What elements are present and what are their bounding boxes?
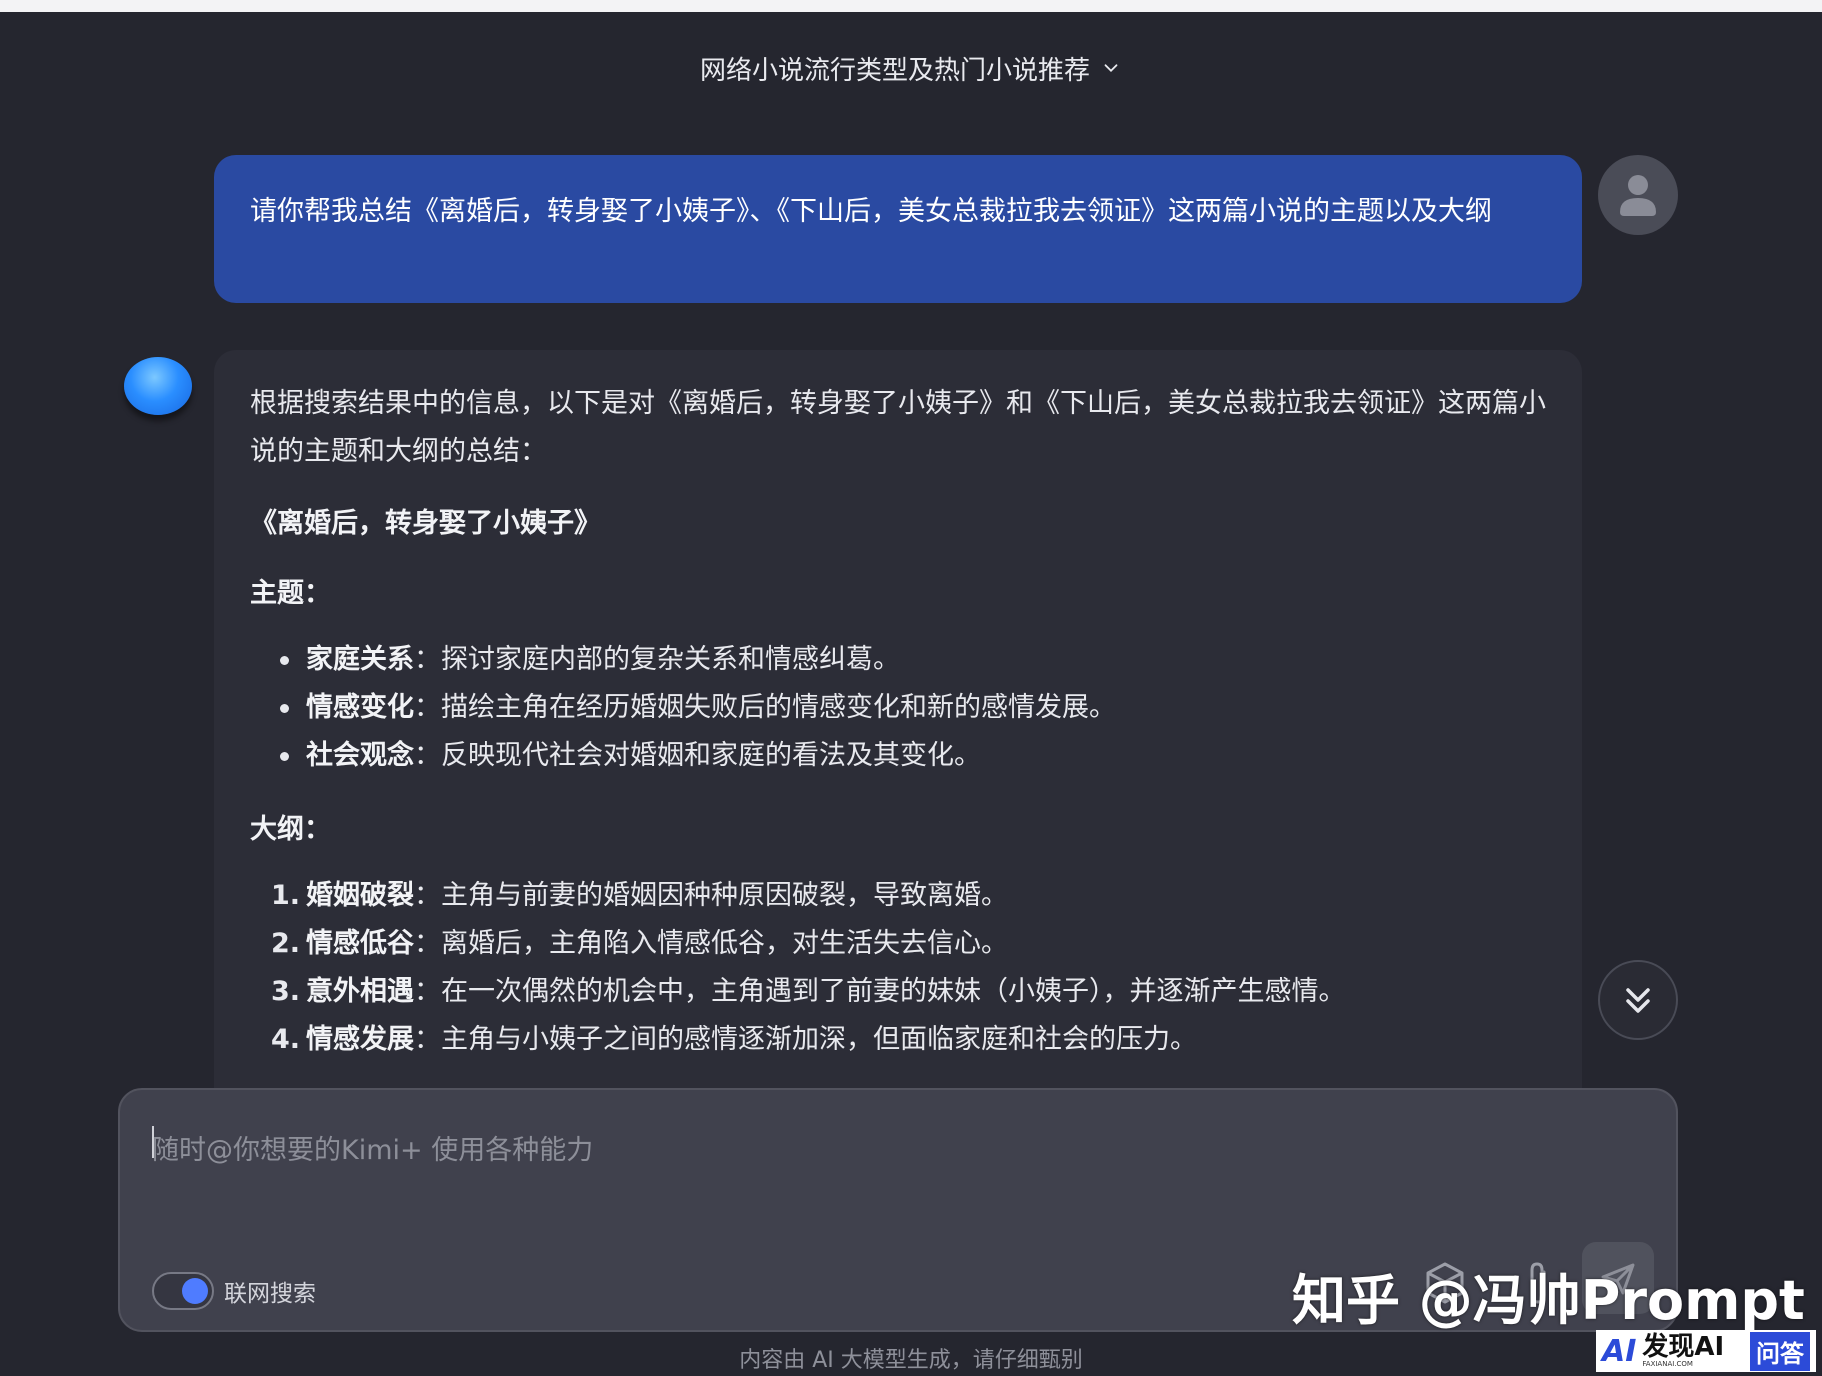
outline-heading: 大纲：: [250, 814, 331, 845]
chevron-down-icon: [1104, 64, 1118, 73]
assistant-message: 根据搜索结果中的信息，以下是对《离婚后，转身娶了小姨子》和《下山后，美女总裁拉我…: [214, 350, 1582, 1090]
list-item: 2. 情感低谷：离婚后，主角陷入情感低谷，对生活失去信心。: [271, 928, 1008, 959]
kimi-avatar: [124, 357, 192, 415]
ai-disclaimer: 内容由 AI 大模型生成，请仔细甄别: [739, 1348, 1083, 1373]
message-input[interactable]: [152, 1120, 1552, 1180]
theme-heading: 主题：: [250, 578, 331, 609]
novel-title: 《离婚后，转身娶了小姨子》: [250, 508, 601, 539]
web-search-toggle[interactable]: 联网搜索: [152, 1272, 316, 1310]
list-item: 社会观念：反映现代社会对婚姻和家庭的看法及其变化。: [280, 732, 1546, 780]
double-chevron-down-icon: [1626, 988, 1650, 1013]
toggle-switch[interactable]: [152, 1272, 214, 1310]
list-item: 家庭关系：探讨家庭内部的复杂关系和情感纠葛。: [280, 636, 1546, 684]
outline-list: 1. 婚姻破裂：主角与前妻的婚姻因种种原因破裂，导致离婚。 2. 情感低谷：离婚后，…: [250, 872, 1546, 1064]
theme-list: 家庭关系：探讨家庭内部的复杂关系和情感纠葛。 情感变化：描绘主角在经历婚姻失败后…: [250, 636, 1546, 780]
list-item: 1. 婚姻破裂：主角与前妻的婚姻因种种原因破裂，导致离婚。: [271, 880, 1008, 911]
user-avatar[interactable]: [1598, 155, 1678, 235]
user-icon: [1620, 175, 1656, 216]
list-item: 情感变化：描绘主角在经历婚姻失败后的情感变化和新的感情发展。: [280, 684, 1546, 732]
watermark: 知乎 @冯帅Prompt: [1292, 1269, 1805, 1332]
faxianai-logo: AI 发现AI FAXIANAI.COM 问答: [1596, 1330, 1816, 1372]
web-search-label: 联网搜索: [224, 1281, 316, 1307]
conversation-title-text: 网络小说流行类型及热门小说推荐: [699, 55, 1090, 86]
list-item: 4. 情感发展：主角与小姨子之间的感情逐渐加深，但面临家庭和社会的压力。: [271, 1024, 1197, 1055]
list-item: 3. 意外相遇：在一次偶然的机会中，主角遇到了前妻的妹妹（小姨子），并逐渐产生感情…: [271, 976, 1346, 1007]
scroll-to-bottom-button[interactable]: [1598, 960, 1678, 1040]
text-caret: [152, 1126, 154, 1158]
top-strip: [0, 0, 1822, 12]
user-message: 请你帮我总结《离婚后，转身娶了小姨子》、《下山后，美女总裁拉我去领证》这两篇小说…: [214, 155, 1582, 303]
assistant-intro: 根据搜索结果中的信息，以下是对《离婚后，转身娶了小姨子》和《下山后，美女总裁拉我…: [250, 388, 1546, 467]
conversation-title[interactable]: 网络小说流行类型及热门小说推荐: [0, 48, 1822, 88]
